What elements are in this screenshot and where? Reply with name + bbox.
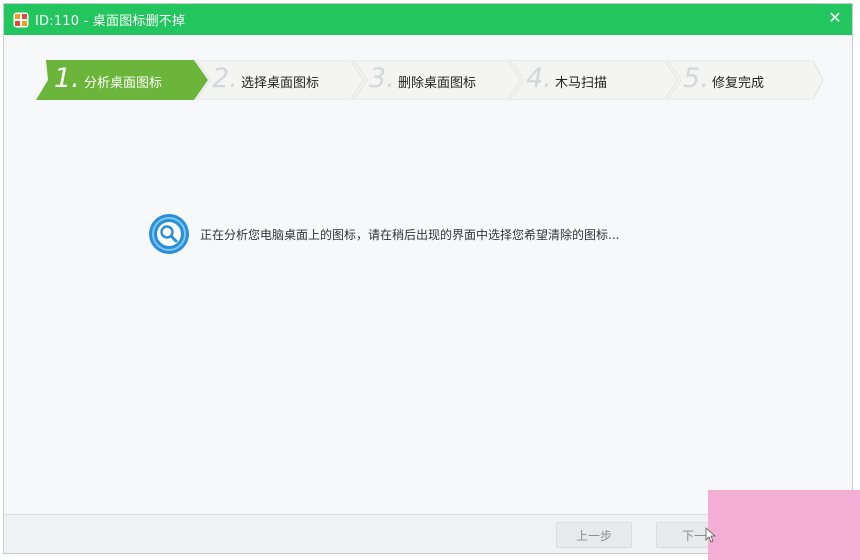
step-5: 5. 修复完成 (663, 60, 837, 100)
step-label: 木马扫描 (555, 76, 608, 91)
step-4: 4. 木马扫描 (506, 60, 680, 100)
search-icon (149, 214, 189, 254)
app-logo-icon (13, 12, 29, 28)
scan-status: 正在分析您电脑桌面上的图标，请在稍后出现的界面中选择您希望清除的图标... (148, 212, 619, 256)
close-button[interactable]: ✕ (826, 9, 844, 27)
previous-step-button[interactable]: 上一步 (556, 522, 632, 548)
app-window: ID:110 - 桌面图标删不掉 ✕ 1. 分析桌面图标 2. 选择桌面图标 3… (3, 3, 853, 554)
close-icon: ✕ (828, 8, 842, 27)
title-bar: ID:110 - 桌面图标删不掉 ✕ (4, 4, 852, 35)
step-number: 1. (54, 63, 80, 94)
step-progress: 1. 分析桌面图标 2. 选择桌面图标 3. 删除桌面图标 4. 木马扫描 5.… (36, 60, 826, 100)
window-title: ID:110 - 桌面图标删不掉 (35, 14, 186, 29)
step-3: 3. 删除桌面图标 (349, 60, 523, 100)
step-number: 5. (683, 63, 709, 94)
step-label: 删除桌面图标 (398, 76, 477, 91)
step-label: 选择桌面图标 (241, 76, 320, 91)
cursor-icon (705, 527, 717, 543)
overlay-block (708, 490, 860, 560)
step-label: 分析桌面图标 (84, 76, 163, 91)
step-number: 2. (212, 63, 238, 94)
step-number: 3. (369, 63, 395, 94)
step-1: 1. 分析桌面图标 (36, 60, 210, 100)
step-label: 修复完成 (712, 76, 765, 91)
step-2: 2. 选择桌面图标 (192, 60, 366, 100)
status-message: 正在分析您电脑桌面上的图标，请在稍后出现的界面中选择您希望清除的图标... (200, 227, 620, 242)
step-number: 4. (526, 63, 552, 94)
